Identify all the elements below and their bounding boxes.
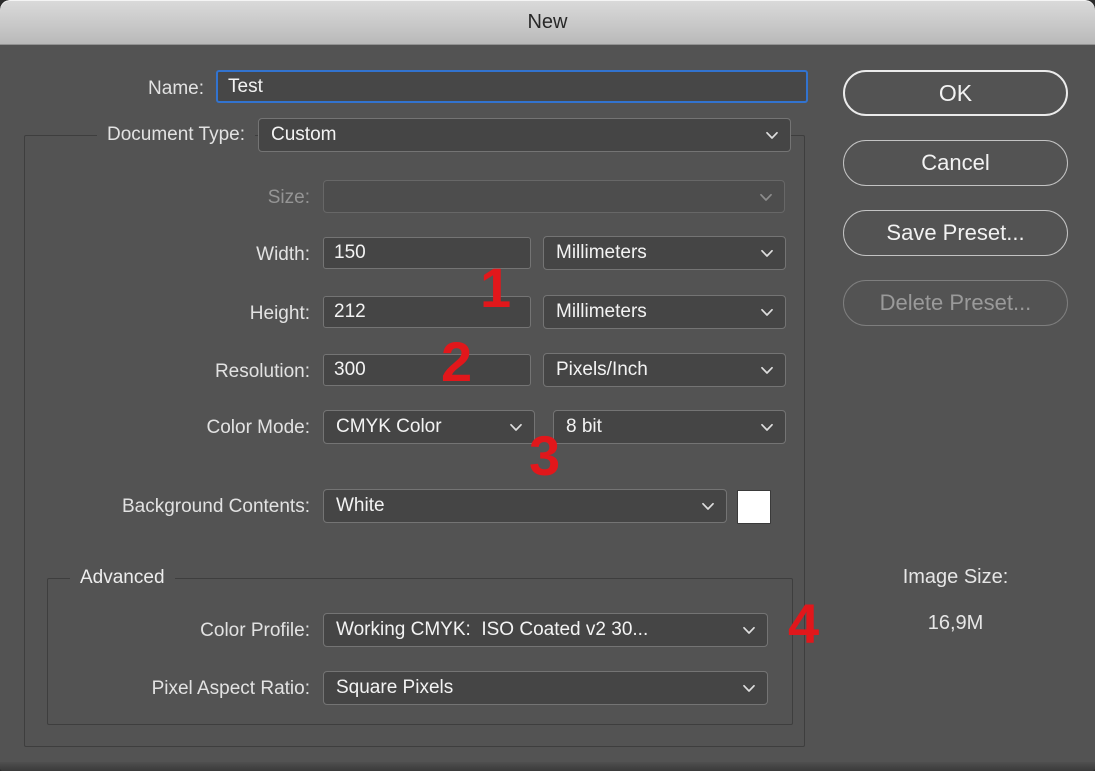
- color-mode-dropdown[interactable]: CMYK Color: [323, 410, 535, 444]
- background-contents-value: White: [336, 495, 385, 517]
- chevron-down-icon: [765, 131, 779, 140]
- document-type-dropdown[interactable]: Custom: [258, 118, 791, 152]
- annotation-number-3: 3: [529, 428, 560, 484]
- width-unit-value: Millimeters: [556, 242, 647, 264]
- size-label: Size:: [268, 187, 310, 209]
- resolution-unit-dropdown[interactable]: Pixels/Inch: [543, 353, 786, 387]
- color-mode-label: Color Mode:: [207, 417, 311, 439]
- new-document-dialog: New Name: Document Type: Custom Size: Wi…: [0, 0, 1095, 771]
- chevron-down-icon: [760, 423, 774, 432]
- annotation-number-2: 2: [441, 334, 472, 390]
- color-profile-value: Working CMYK: ISO Coated v2 30...: [336, 619, 648, 641]
- save-preset-button[interactable]: Save Preset...: [843, 210, 1068, 256]
- pixel-aspect-ratio-label: Pixel Aspect Ratio:: [152, 678, 310, 700]
- resolution-label: Resolution:: [215, 361, 310, 383]
- height-unit-dropdown[interactable]: Millimeters: [543, 295, 786, 329]
- dialog-title: New: [527, 11, 567, 34]
- image-size-value: 16,9M: [843, 612, 1068, 635]
- pixel-aspect-ratio-dropdown[interactable]: Square Pixels: [323, 671, 768, 705]
- chevron-down-icon: [701, 502, 715, 511]
- color-profile-dropdown[interactable]: Working CMYK: ISO Coated v2 30...: [323, 613, 768, 647]
- annotation-number-4: 4: [788, 596, 819, 652]
- width-unit-dropdown[interactable]: Millimeters: [543, 236, 786, 270]
- size-dropdown: [323, 180, 785, 213]
- color-profile-label: Color Profile:: [200, 620, 310, 642]
- height-label: Height:: [250, 303, 310, 325]
- width-label: Width:: [256, 244, 310, 266]
- advanced-legend: Advanced: [70, 567, 175, 589]
- image-size-label: Image Size:: [843, 566, 1068, 589]
- chevron-down-icon: [759, 193, 773, 202]
- name-input[interactable]: [216, 70, 808, 103]
- chevron-down-icon: [760, 308, 774, 317]
- height-unit-value: Millimeters: [556, 301, 647, 323]
- document-type-label: Document Type:: [97, 124, 255, 146]
- background-color-swatch: [737, 490, 771, 524]
- bit-depth-dropdown[interactable]: 8 bit: [553, 410, 786, 444]
- chevron-down-icon: [760, 249, 774, 258]
- annotation-number-1: 1: [480, 260, 511, 316]
- bit-depth-value: 8 bit: [566, 416, 602, 438]
- dialog-bottom-edge: [0, 762, 1095, 771]
- dialog-titlebar[interactable]: New: [0, 0, 1095, 45]
- resolution-unit-value: Pixels/Inch: [556, 359, 648, 381]
- background-contents-label: Background Contents:: [122, 496, 310, 518]
- resolution-input[interactable]: [323, 354, 531, 386]
- chevron-down-icon: [742, 626, 756, 635]
- delete-preset-button: Delete Preset...: [843, 280, 1068, 326]
- chevron-down-icon: [742, 684, 756, 693]
- chevron-down-icon: [760, 366, 774, 375]
- chevron-down-icon: [509, 423, 523, 432]
- ok-button[interactable]: OK: [843, 70, 1068, 116]
- cancel-button[interactable]: Cancel: [843, 140, 1068, 186]
- background-contents-dropdown[interactable]: White: [323, 489, 727, 523]
- pixel-aspect-ratio-value: Square Pixels: [336, 677, 453, 699]
- name-label: Name:: [148, 78, 204, 100]
- document-type-value: Custom: [271, 124, 336, 146]
- color-mode-value: CMYK Color: [336, 416, 442, 438]
